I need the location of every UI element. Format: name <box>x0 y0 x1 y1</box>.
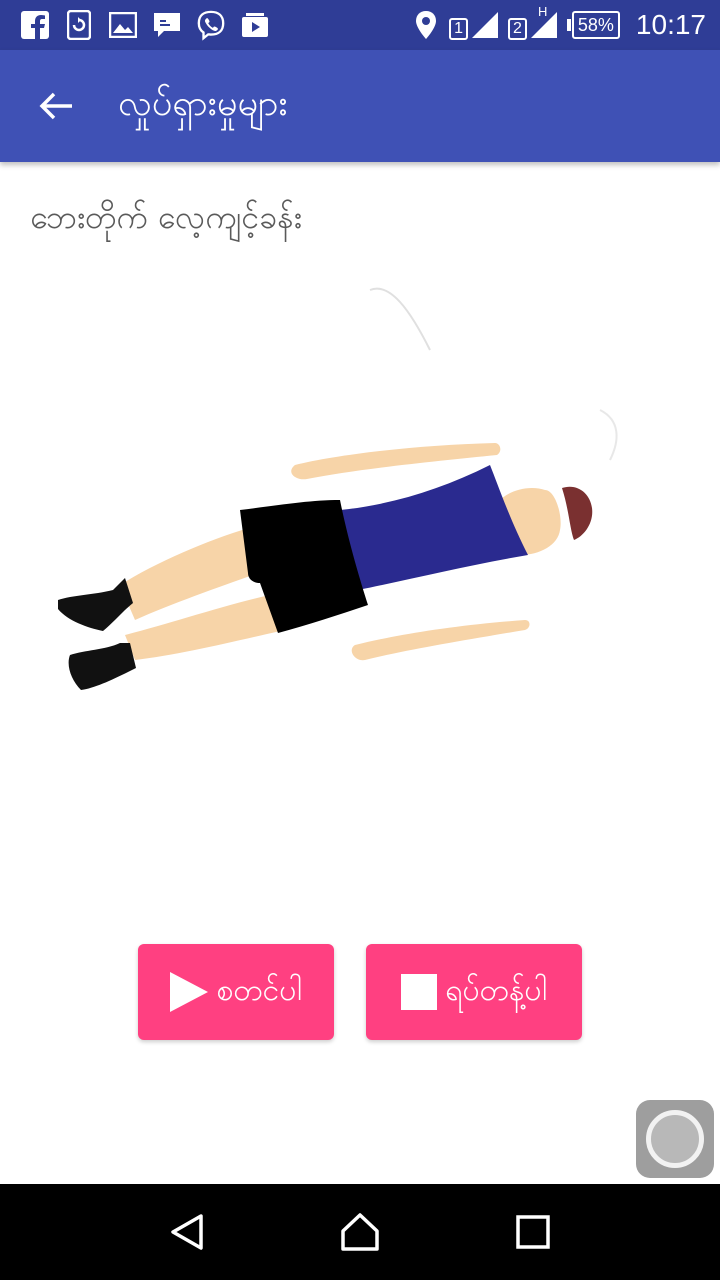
nav-recents-button[interactable] <box>503 1202 563 1262</box>
stop-label: ရပ်တန့်ပါ <box>445 972 547 1008</box>
start-label: စတင်ပါ <box>216 972 302 1008</box>
back-button[interactable] <box>0 50 112 162</box>
play-icon <box>170 972 209 1012</box>
sim2-signal-icon: 2 H <box>507 4 559 40</box>
page-title: လှုပ်ရှားမှုများ <box>118 83 288 124</box>
media-icon <box>240 10 270 40</box>
viber-icon <box>196 10 226 41</box>
exercise-name: ဘေးတိုက် လေ့ကျင့်ခန်း <box>30 198 302 236</box>
navigation-bar <box>0 1184 720 1280</box>
sim2-label: 2 <box>507 18 527 40</box>
arrow-left-icon <box>39 92 72 120</box>
messenger-icon <box>152 10 182 40</box>
app-bar: လှုပ်ရှားမှုများ <box>0 50 720 162</box>
assistive-touch-button[interactable] <box>636 1100 714 1178</box>
battery-icon: 58% <box>566 11 620 39</box>
nav-back-button[interactable] <box>157 1202 217 1262</box>
back-triangle-icon <box>170 1214 203 1250</box>
recents-square-icon <box>516 1215 551 1249</box>
sim1-signal-icon: 1 <box>449 10 500 40</box>
stop-icon <box>401 974 438 1010</box>
gallery-icon <box>108 10 138 40</box>
sync-app-icon <box>64 10 94 40</box>
clock: 10:17 <box>635 9 706 40</box>
battery-level: 58% <box>571 11 620 39</box>
stop-button[interactable]: ရပ်တန့်ပါ <box>366 944 582 1040</box>
location-icon <box>411 10 441 40</box>
exercise-illustration <box>58 287 618 690</box>
assistive-ring-icon <box>646 1110 704 1168</box>
facebook-icon <box>20 10 50 40</box>
home-icon <box>341 1213 379 1251</box>
network-type: H <box>537 4 548 19</box>
status-bar: 1 2 H 58% 10:17 <box>0 0 720 50</box>
start-button[interactable]: စတင်ပါ <box>138 944 334 1040</box>
nav-home-button[interactable] <box>330 1202 390 1262</box>
sim1-label: 1 <box>449 18 468 40</box>
